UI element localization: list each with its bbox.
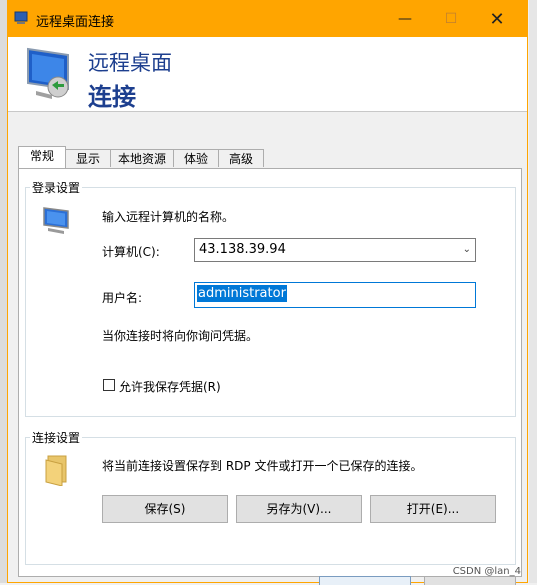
- general-tab-panel: 登录设置 输入远程计算机的名称。 计算机(C): 43.138.39.94 ⌄ …: [18, 168, 522, 577]
- tab-general[interactable]: 常规: [18, 146, 66, 168]
- username-value: administrator: [197, 285, 287, 302]
- computer-value: 43.138.39.94: [199, 242, 286, 257]
- computer-prompt: 输入远程计算机的名称。: [102, 210, 235, 224]
- close-button[interactable]: ✕: [474, 1, 520, 37]
- maximize-button[interactable]: ☐: [428, 1, 474, 37]
- watermark: CSDN @lan_4: [452, 566, 521, 577]
- username-label: 用户名:: [102, 291, 143, 305]
- connect-button-edge[interactable]: [319, 576, 411, 585]
- login-settings-label: 登录设置: [30, 179, 83, 196]
- background-window-strip: [529, 0, 537, 583]
- computer-label: 计算机(C):: [102, 245, 160, 259]
- window-title: 远程桌面连接: [36, 15, 115, 30]
- tab-local-resources[interactable]: 本地资源: [110, 149, 174, 167]
- username-input[interactable]: administrator: [194, 282, 476, 308]
- dialog-header: 远程桌面 连接: [8, 37, 527, 112]
- minimize-button[interactable]: —: [382, 1, 428, 37]
- remote-desktop-monitor-icon: [27, 47, 69, 99]
- save-credentials-checkbox[interactable]: [103, 379, 115, 391]
- tab-advanced[interactable]: 高级: [218, 149, 264, 167]
- save-as-button[interactable]: 另存为(V)...: [236, 495, 362, 523]
- save-credentials-label[interactable]: 允许我保存凭据(R): [119, 378, 221, 395]
- header-title-line2: 连接: [88, 83, 136, 111]
- folder-icon: [45, 455, 67, 486]
- connection-settings-group: 连接设置 将当前连接设置保存到 RDP 文件或打开一个已保存的连接。 保存(S)…: [25, 429, 516, 565]
- help-button-edge[interactable]: [424, 576, 516, 585]
- rdp-app-icon: [14, 11, 28, 24]
- open-button[interactable]: 打开(E)...: [370, 495, 496, 523]
- chevron-down-icon[interactable]: ⌄: [463, 239, 471, 261]
- connection-description: 将当前连接设置保存到 RDP 文件或打开一个已保存的连接。: [102, 459, 423, 473]
- tab-display[interactable]: 显示: [65, 149, 111, 167]
- computer-icon: [43, 207, 69, 234]
- connection-settings-label: 连接设置: [30, 429, 83, 446]
- header-title-line1: 远程桌面: [88, 51, 172, 75]
- credentials-hint: 当你连接时将向你询问凭据。: [102, 329, 259, 343]
- title-bar[interactable]: 远程桌面连接 — ☐ ✕: [8, 1, 527, 37]
- computer-combobox[interactable]: 43.138.39.94 ⌄: [194, 238, 476, 262]
- tab-experience[interactable]: 体验: [173, 149, 219, 167]
- save-button[interactable]: 保存(S): [102, 495, 228, 523]
- login-settings-group: 登录设置 输入远程计算机的名称。 计算机(C): 43.138.39.94 ⌄ …: [25, 179, 516, 417]
- rdp-dialog: 远程桌面连接 — ☐ ✕ 远程桌面 连接 常规 显示 本地资源 体验 高级 登录…: [7, 0, 528, 585]
